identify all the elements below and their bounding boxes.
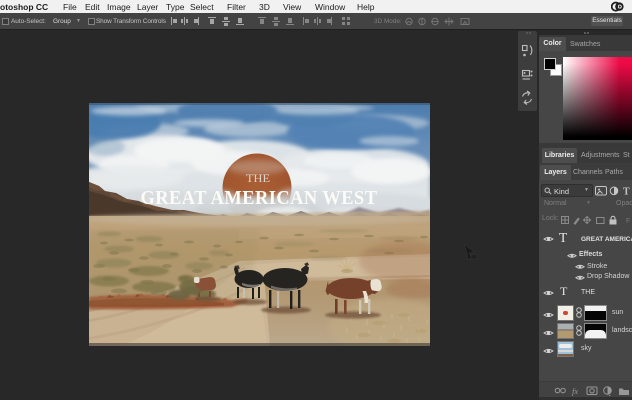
svg-text:GREAT AMERICAN WEST: GREAT AMERICAN WEST — [141, 188, 378, 209]
svg-text:THE: THE — [246, 173, 270, 185]
svg-text:F: F — [626, 218, 630, 225]
svg-text:T: T — [623, 187, 630, 198]
svg-text:fx: fx — [572, 386, 578, 396]
